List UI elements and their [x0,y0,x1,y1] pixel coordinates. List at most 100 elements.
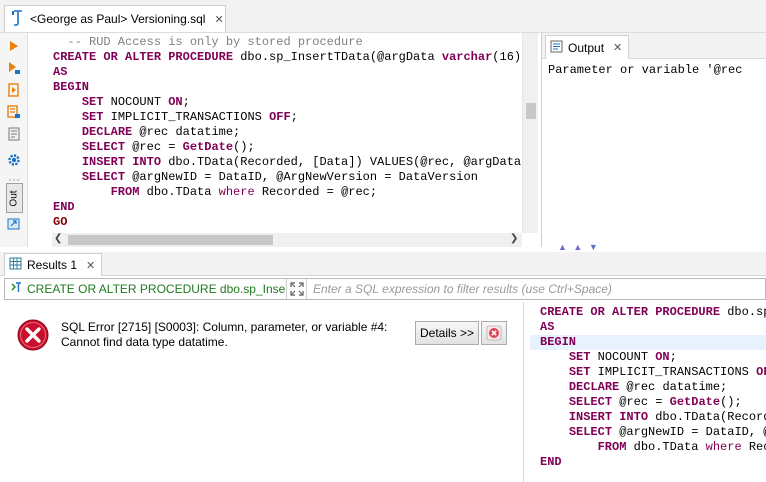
code-token: where [218,185,255,199]
code-line: INSERT INTO dbo.TData(Record [540,410,766,425]
code-token: (16), [492,50,522,64]
query-text-code: CREATE OR ALTER PROCEDURE dbo.sp_ASBEGIN… [540,305,766,470]
code-token: @rec datatime; [619,380,728,394]
code-line: END [53,200,522,215]
code-token: @argNewID = DataID, @ArgNewVersion = Dat… [125,170,478,184]
code-token: GetDate [669,395,721,409]
sql-editor[interactable]: -- RUD Access is only by stored procedur… [29,33,522,233]
filter-input[interactable] [307,282,765,296]
code-line: SET NOCOUNT ON; [540,350,766,365]
code-line: SELECT @argNewID = DataID, @ArgNewVersio… [53,170,522,185]
code-token: FROM [110,185,140,199]
results-tab-1[interactable]: Results 1 ✕ [4,253,102,276]
close-icon[interactable]: ✕ [214,13,223,26]
sql-editor-code[interactable]: -- RUD Access is only by stored procedur… [53,35,522,230]
code-line: GO [53,215,522,230]
code-line: END [540,455,766,470]
settings-icon[interactable] [5,151,23,169]
results-filter-bar: CREATE OR ALTER PROCEDURE dbo.sp_InsertT… [4,278,766,300]
code-token: DECLARE [568,380,620,394]
code-token: ON [168,95,183,109]
clear-error-button[interactable] [481,321,507,345]
code-token: END [540,455,562,469]
code-token: INSERT INTO [568,410,649,424]
code-token: dbo.TData(Recorded, [Data]) VALUES(@rec,… [161,155,522,169]
output-tab-bar: Output ✕ [542,33,766,59]
code-token: BEGIN [540,335,577,349]
code-token: GO [53,215,68,229]
code-token: dbo.TData(Record [648,410,766,424]
code-line: FROM dbo.TData where Recorded = @rec; [53,185,522,200]
maximize-results-icon[interactable] [5,215,23,233]
editor-vertical-scroll-thumb[interactable] [526,103,536,119]
code-token: CREATE OR ALTER PROCEDURE [53,50,234,64]
results-tab-label: Results 1 [27,258,78,272]
code-line: BEGIN [540,335,766,350]
code-token: @argNewID = DataID, @ [612,425,766,439]
code-line: SELECT @rec = GetDate(); [540,395,766,410]
code-token: AS [53,65,68,79]
editor-vertical-scrollbar[interactable] [522,33,538,233]
editor-horizontal-scroll-thumb[interactable] [68,235,273,245]
code-token: AS [540,320,555,334]
expand-icon[interactable] [287,279,307,299]
code-token: -- RUD Access is only by stored procedur… [53,35,363,49]
error-panel: SQL Error [2715] [S0003]: Column, parame… [0,302,524,482]
code-token: DECLARE [81,125,133,139]
output-scroll-arrows-icon[interactable]: ▲ ▲ ▼ [558,242,600,252]
error-message-line2: Cannot find data type datatime. [61,335,228,349]
code-token: CREATE OR ALTER PROCEDURE [540,305,721,319]
code-token: ON [655,350,670,364]
sql-query-icon [10,281,23,297]
code-token: INSERT INTO [81,155,162,169]
code-token: where [705,440,742,454]
execute-script-new-tab-icon[interactable] [5,103,23,121]
code-token: ; [669,350,677,364]
code-line: DECLARE @rec datatime; [53,125,522,140]
error-icon [17,319,49,351]
close-icon[interactable]: ✕ [613,41,622,54]
code-token: GetDate [182,140,234,154]
code-line: SELECT @rec = GetDate(); [53,140,522,155]
code-token: SET [568,365,591,379]
code-line: BEGIN [53,80,522,95]
scroll-right-arrow-icon[interactable]: ❯ [510,233,518,244]
close-icon[interactable]: ✕ [86,259,95,272]
output-toggle-label: Out [9,189,20,207]
code-token: @rec = [612,395,670,409]
output-panel-icon [550,40,563,56]
editor-tab-versioning[interactable]: <George as Paul> Versioning.sql ✕ [4,5,226,32]
code-token: IMPLICIT_TRANSACTIONS [103,110,270,124]
execute-script-icon[interactable] [5,81,23,99]
output-tab-label: Output [568,40,605,55]
execute-statement-icon[interactable] [5,37,23,55]
query-reference-text: CREATE OR ALTER PROCEDURE dbo.sp_InsertT… [27,282,287,296]
code-token: SELECT [81,140,126,154]
code-line: SET NOCOUNT ON; [53,95,522,110]
code-token: SET [568,350,591,364]
code-line: SET IMPLICIT_TRANSACTIONS OF [540,365,766,380]
execute-statement-new-tab-icon[interactable] [5,59,23,77]
details-button[interactable]: Details >> [415,321,479,345]
output-tab[interactable]: Output ✕ [545,35,629,59]
output-toggle-tab[interactable]: Out [6,183,23,213]
output-panel: Output ✕ Parameter or variable '@rec ▲ ▲… [541,33,766,252]
code-token: dbo.sp_InsertTData(@argData [233,50,442,64]
code-line: DECLARE @rec datatime; [540,380,766,395]
explain-plan-icon[interactable] [5,125,23,143]
code-token: IMPLICIT_TRANSACTIONS [590,365,757,379]
code-token: SET [81,110,104,124]
query-reference[interactable]: CREATE OR ALTER PROCEDURE dbo.sp_InsertT… [5,279,287,299]
code-token: varchar [441,50,493,64]
editor-horizontal-scrollbar[interactable]: ❮ ❯ [52,233,522,247]
scroll-left-arrow-icon[interactable]: ❮ [54,233,62,244]
code-token: SELECT [568,425,613,439]
code-token: END [53,200,75,214]
